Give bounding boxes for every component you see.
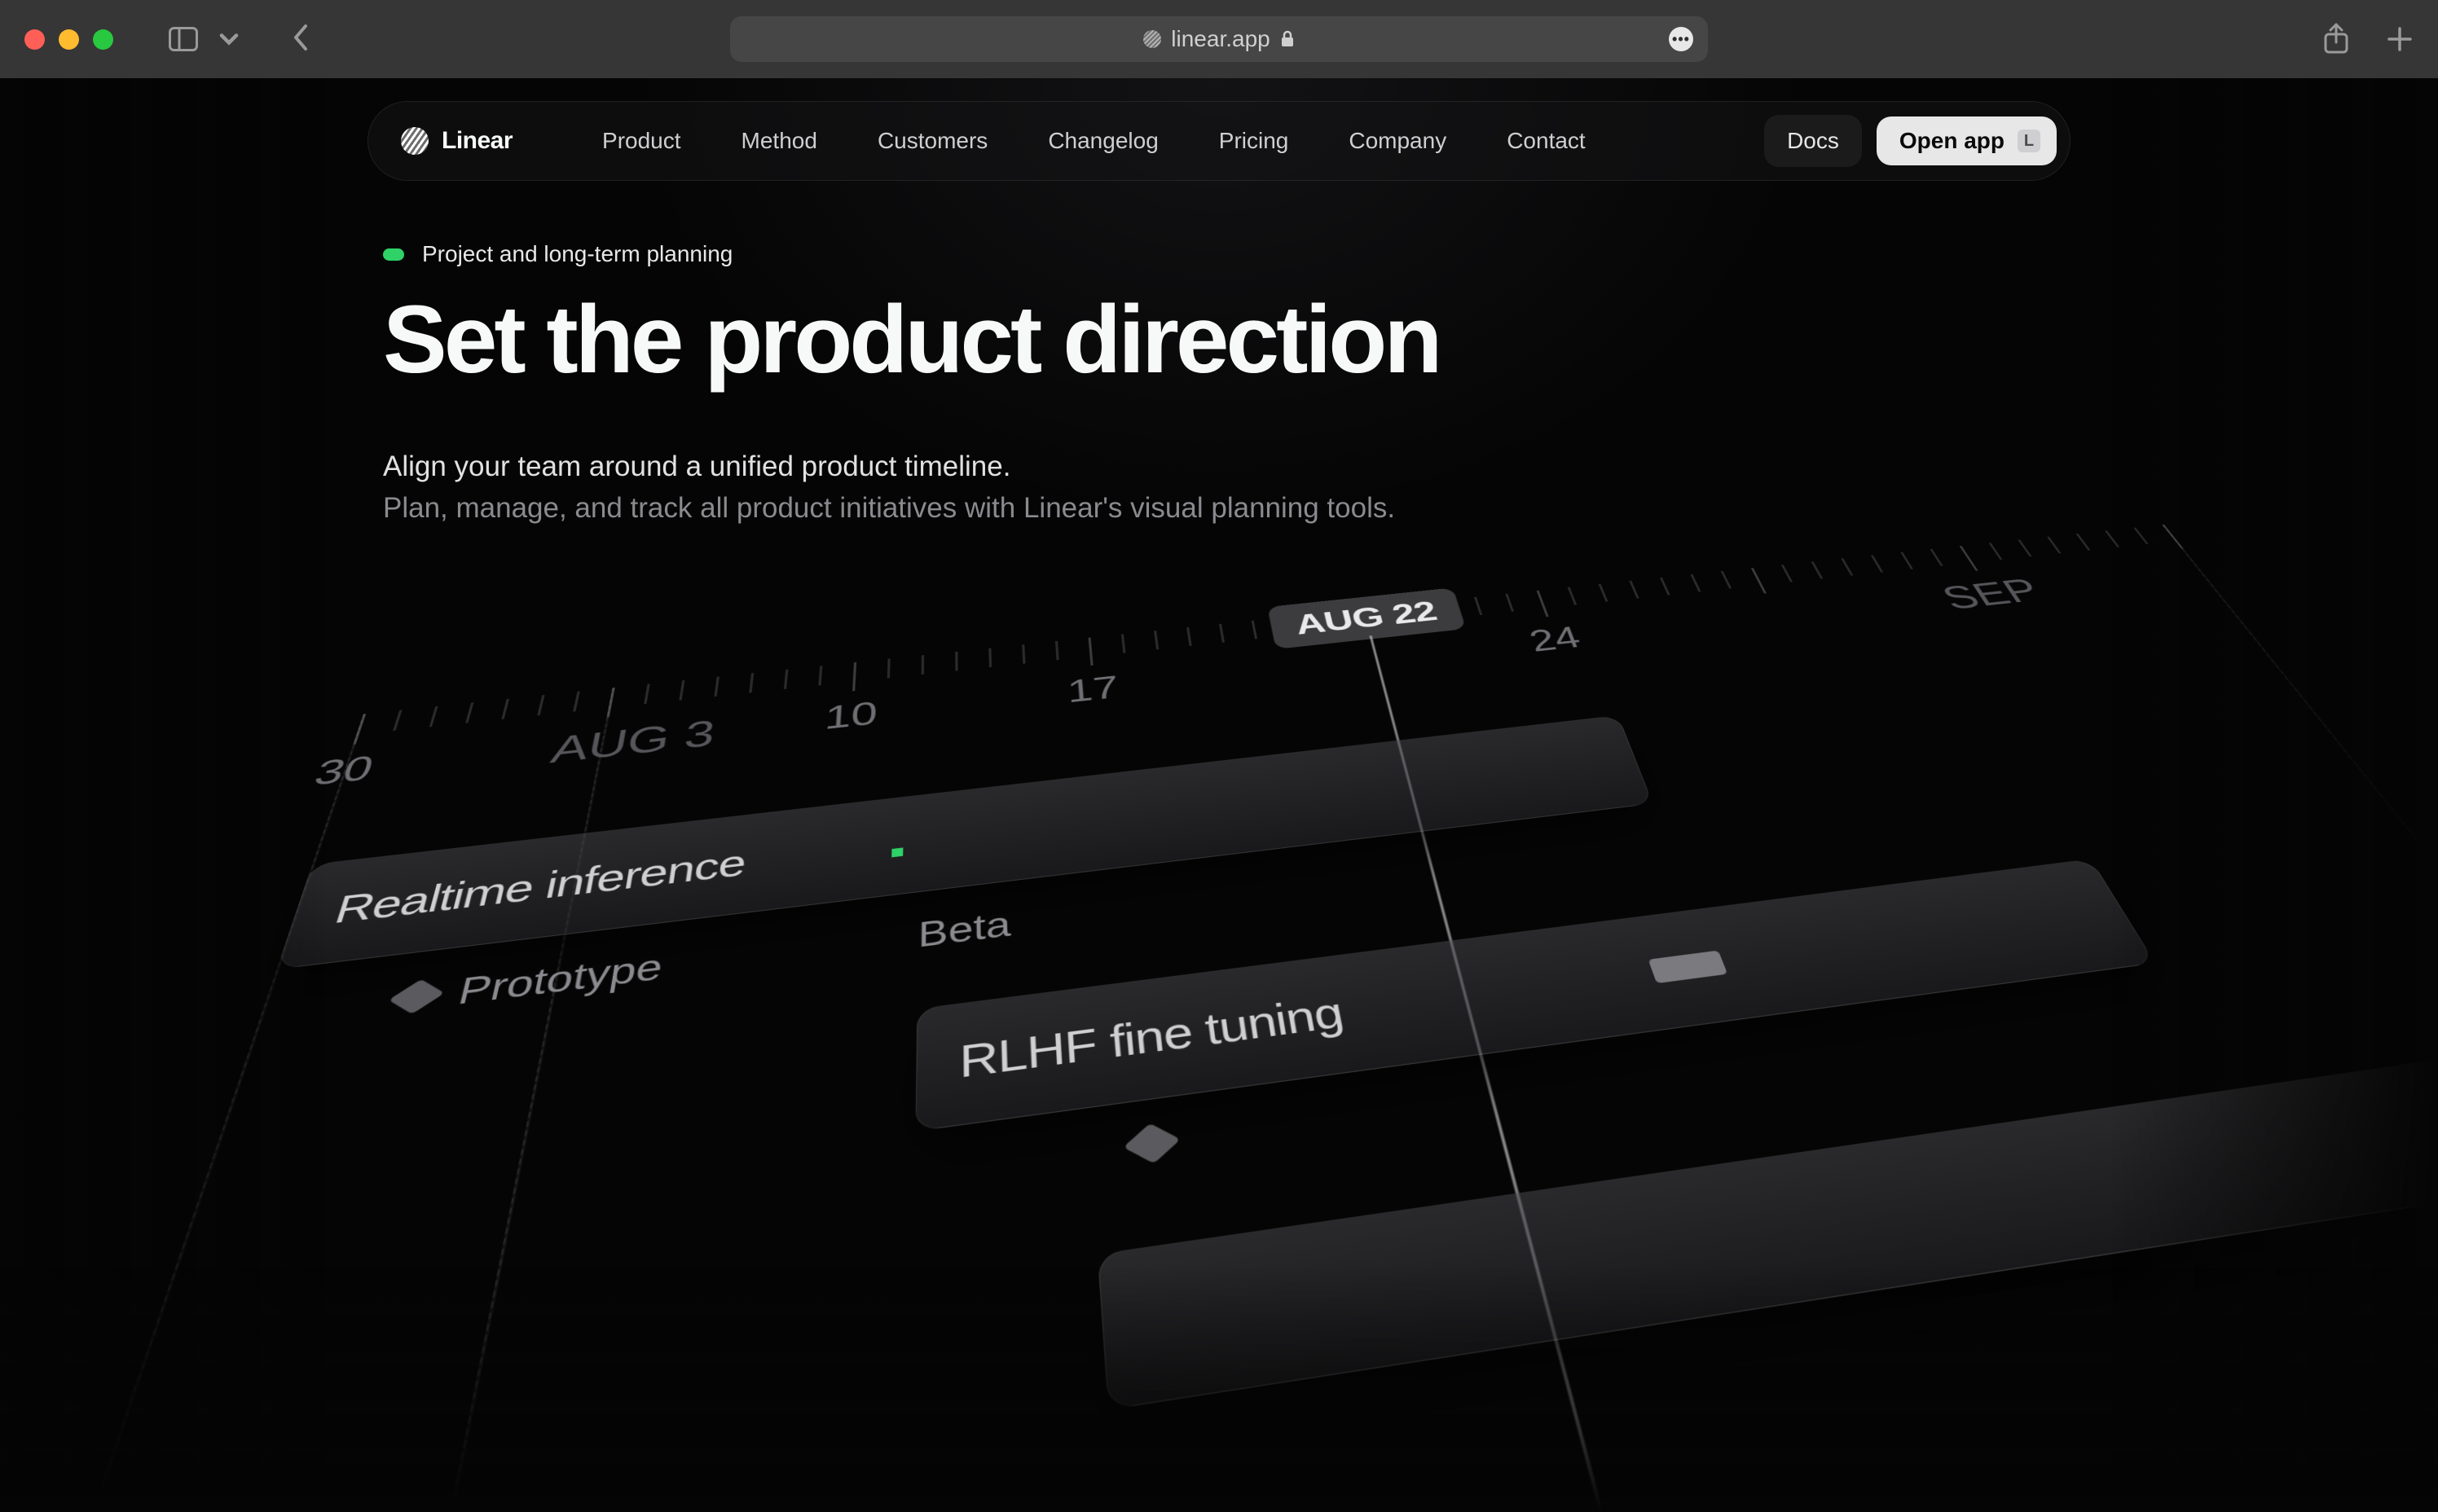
month-label-sep: SEP xyxy=(1934,571,2049,617)
timeline-bar-empty xyxy=(1098,1058,2438,1409)
milestone-prototype: Prototype xyxy=(393,945,666,1021)
sidebar-toggle[interactable] xyxy=(169,27,244,51)
day-label: 17 xyxy=(1066,669,1120,710)
gridline xyxy=(0,714,366,1512)
browser-actions xyxy=(2322,23,2414,55)
eyebrow-pill-icon xyxy=(383,248,404,261)
nav-company[interactable]: Company xyxy=(1349,128,1446,154)
milestone-marker-green xyxy=(891,824,904,867)
diamond-icon xyxy=(1124,1123,1181,1164)
nav-changelog[interactable]: Changelog xyxy=(1048,128,1158,154)
main-nav: Product Method Customers Changelog Prici… xyxy=(602,128,1586,154)
hero: Project and long-term planning Set the p… xyxy=(383,241,1442,529)
header-actions: Docs Open app L xyxy=(1764,115,2057,167)
minimize-window-icon[interactable] xyxy=(59,29,79,50)
timeline-plane: 30 AUG 3 10 17 24 SEP AUG 22 Realtime in… xyxy=(0,521,2438,1512)
docs-button[interactable]: Docs xyxy=(1764,115,1862,167)
keyboard-shortcut-badge: L xyxy=(2018,130,2040,152)
url-bar[interactable]: linear.app ••• xyxy=(730,16,1708,62)
fullscreen-window-icon[interactable] xyxy=(93,29,113,50)
nav-contact[interactable]: Contact xyxy=(1507,128,1586,154)
diamond-trio-icon xyxy=(1656,951,1727,982)
browser-chrome: linear.app ••• xyxy=(0,0,2438,78)
chevron-left-icon xyxy=(291,23,310,52)
diamond-icon xyxy=(389,979,444,1014)
hero-description: Align your team around a unified product… xyxy=(383,446,1442,530)
lock-icon xyxy=(1280,30,1295,48)
milestone-label: Beta xyxy=(918,903,1011,956)
hero-lead: Align your team around a unified product… xyxy=(383,451,1010,482)
page: Linear Product Method Customers Changelo… xyxy=(0,78,2438,1512)
new-tab-icon[interactable] xyxy=(2386,23,2414,55)
hero-rest: Plan, manage, and track all product init… xyxy=(383,492,1395,524)
nav-customers[interactable]: Customers xyxy=(878,128,988,154)
nav-product[interactable]: Product xyxy=(602,128,681,154)
nav-pricing[interactable]: Pricing xyxy=(1219,128,1289,154)
page-title: Set the product direction xyxy=(383,290,1442,391)
timeline-ruler: 30 AUG 3 10 17 24 SEP xyxy=(87,521,2205,744)
milestone-beta: Beta xyxy=(918,903,1011,956)
eyebrow-text: Project and long-term planning xyxy=(422,241,733,267)
chevron-down-icon xyxy=(214,27,244,51)
sidebar-icon xyxy=(169,27,198,51)
now-date-pill: AUG 22 xyxy=(1267,587,1466,649)
nav-method[interactable]: Method xyxy=(742,128,817,154)
back-button[interactable] xyxy=(291,23,310,56)
bar-label: RLHF fine tuning xyxy=(959,987,1347,1088)
milestone-marker xyxy=(1132,1125,1172,1162)
timeline-illustration: 30 AUG 3 10 17 24 SEP AUG 22 Realtime in… xyxy=(160,624,2278,1512)
timeline-bar-rlhf-fine-tuning: RLHF fine tuning xyxy=(915,859,2155,1132)
gridline xyxy=(376,688,614,1512)
linear-logo-icon xyxy=(401,127,429,155)
month-label-aug: AUG 3 xyxy=(548,711,718,771)
day-label: 10 xyxy=(823,694,878,737)
share-icon[interactable] xyxy=(2322,23,2350,55)
bar-label: Realtime inference xyxy=(329,842,747,933)
close-window-icon[interactable] xyxy=(24,29,45,50)
window-controls xyxy=(24,29,113,50)
url-host: linear.app xyxy=(1171,26,1270,52)
gridline xyxy=(2162,525,2438,1436)
open-app-label: Open app xyxy=(1899,128,2005,154)
brand[interactable]: Linear xyxy=(401,127,513,155)
day-label: 30 xyxy=(309,748,378,793)
eyebrow: Project and long-term planning xyxy=(383,241,1442,267)
open-app-button[interactable]: Open app L xyxy=(1877,116,2057,165)
brand-name: Linear xyxy=(442,127,513,155)
reader-ellipsis-icon[interactable]: ••• xyxy=(1669,27,1693,51)
site-identity-icon xyxy=(1143,30,1161,48)
site-header: Linear Product Method Customers Changelo… xyxy=(367,101,2071,181)
day-label: 24 xyxy=(1525,620,1586,659)
